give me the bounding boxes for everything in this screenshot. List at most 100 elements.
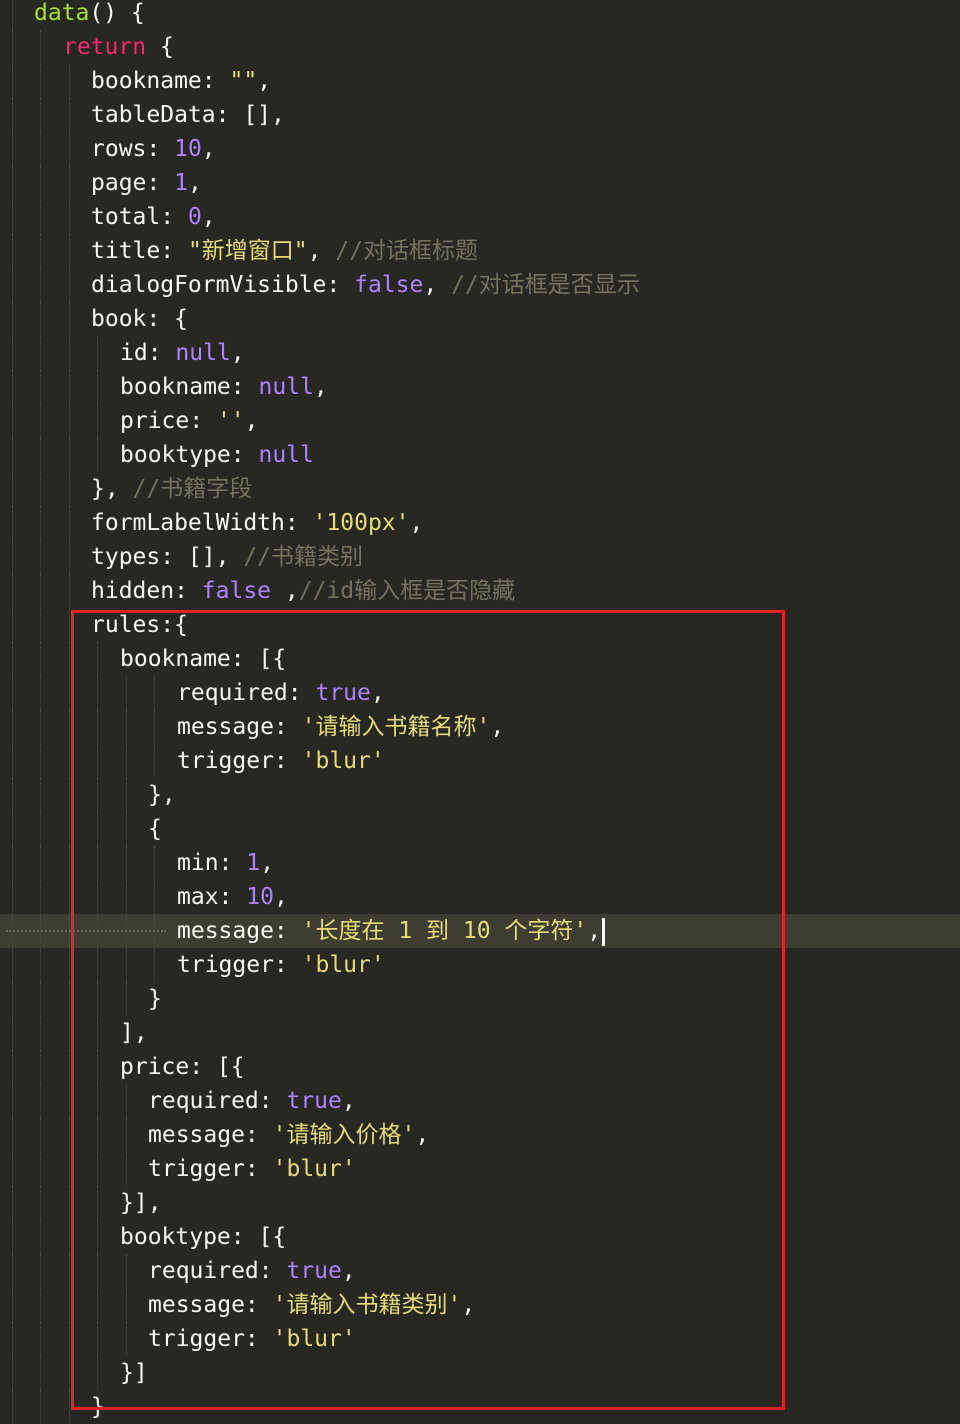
code-line[interactable]: max: 10, [0, 880, 960, 914]
code-line[interactable]: id: null, [0, 336, 960, 370]
indent-guide [40, 1084, 41, 1118]
code-line[interactable]: data() { [0, 0, 960, 30]
code-token: , [201, 136, 216, 162]
code-line[interactable]: trigger: 'blur' [0, 948, 960, 982]
indent-guide [12, 1152, 13, 1186]
code-token: 'blur' [301, 748, 385, 774]
code-token: null [258, 374, 314, 400]
indent-guide [40, 336, 41, 370]
indent-guide [69, 438, 70, 472]
indent-guide [69, 812, 70, 846]
code-line[interactable]: { [0, 812, 960, 846]
code-token: null [175, 340, 231, 366]
indent-guide [69, 676, 70, 710]
code-line[interactable]: bookname: [{ [0, 642, 960, 676]
indent-guide [40, 1118, 41, 1152]
code-token: , [257, 68, 272, 94]
code-line[interactable]: trigger: 'blur' [0, 1152, 960, 1186]
code-line[interactable]: dialogFormVisible: false, //对话框是否显示 [0, 268, 960, 302]
code-token: , [461, 1292, 476, 1318]
code-line[interactable]: }, [0, 778, 960, 812]
code-line[interactable]: formLabelWidth: '100px', [0, 506, 960, 540]
code-token: booktype: [120, 442, 259, 468]
indent-guide [69, 1016, 70, 1050]
code-line[interactable]: }], [0, 1186, 960, 1220]
code-token: , [415, 1122, 430, 1148]
code-line[interactable]: required: true, [0, 676, 960, 710]
code-line[interactable]: return { [0, 30, 960, 64]
code-line[interactable]: } [0, 1390, 960, 1424]
code-line[interactable]: }, //书籍字段 [0, 472, 960, 506]
code-line[interactable]: hidden: false ,//id输入框是否隐藏 [0, 574, 960, 608]
code-line[interactable]: booktype: [{ [0, 1220, 960, 1254]
indent-guide [40, 302, 41, 336]
code-line[interactable]: title: "新增窗口", //对话框标题 [0, 234, 960, 268]
indent-guide [12, 812, 13, 846]
code-text: price: '', [120, 404, 259, 438]
code-line[interactable]: min: 1, [0, 846, 960, 880]
indent-guide [69, 948, 70, 982]
code-line[interactable]: total: 0, [0, 200, 960, 234]
code-token: message: [177, 918, 302, 944]
indent-guide [40, 1220, 41, 1254]
indent-guide [40, 880, 41, 914]
code-line[interactable]: ], [0, 1016, 960, 1050]
code-line[interactable]: message: '长度在 1 到 10 个字符', [0, 914, 960, 948]
code-editor[interactable]: data() {return {bookname: "", tableData: … [0, 0, 960, 1424]
indent-guide [69, 1084, 70, 1118]
code-line[interactable]: booktype: null [0, 438, 960, 472]
code-token: , [230, 340, 245, 366]
indent-guide [126, 1288, 127, 1322]
code-text: required: true, [177, 676, 385, 710]
code-line[interactable]: bookname: null, [0, 370, 960, 404]
code-line[interactable]: trigger: 'blur' [0, 744, 960, 778]
code-token: rows: [91, 136, 175, 162]
code-line[interactable]: trigger: 'blur' [0, 1322, 960, 1356]
code-line[interactable]: types: [], //书籍类别 [0, 540, 960, 574]
code-token: () { [89, 0, 145, 26]
code-line[interactable]: price: [{ [0, 1050, 960, 1084]
indent-guide [40, 710, 41, 744]
indent-guide [40, 1016, 41, 1050]
code-line[interactable]: message: '请输入书籍类别', [0, 1288, 960, 1322]
indent-guide [40, 608, 41, 642]
code-token: formLabelWidth: [91, 510, 313, 536]
code-line[interactable]: message: '请输入价格', [0, 1118, 960, 1152]
code-token: //对话框是否显示 [451, 272, 640, 298]
code-line[interactable]: page: 1, [0, 166, 960, 200]
code-line[interactable]: rules:{ [0, 608, 960, 642]
code-token: min: [177, 850, 247, 876]
code-line[interactable]: } [0, 982, 960, 1016]
indent-guide [97, 880, 98, 914]
code-line[interactable]: price: '', [0, 404, 960, 438]
indent-guide [12, 1288, 13, 1322]
code-token: required: [177, 680, 316, 706]
code-line[interactable]: rows: 10, [0, 132, 960, 166]
indent-guide [69, 1356, 70, 1390]
code-line[interactable]: tableData: [], [0, 98, 960, 132]
indent-guide [97, 1322, 98, 1356]
code-line[interactable]: book: { [0, 302, 960, 336]
indent-guide [69, 404, 70, 438]
code-token: 0 [187, 204, 202, 230]
code-line[interactable]: message: '请输入书籍名称', [0, 710, 960, 744]
code-line[interactable]: }] [0, 1356, 960, 1390]
indent-guide [40, 370, 41, 404]
code-token: , [370, 680, 385, 706]
indent-guide [12, 132, 13, 166]
code-line[interactable]: required: true, [0, 1084, 960, 1118]
code-token: }], [120, 1190, 162, 1216]
indent-guide [40, 1152, 41, 1186]
indent-guide [69, 268, 70, 302]
indent-guide [12, 846, 13, 880]
code-text: ], [120, 1016, 148, 1050]
code-line[interactable]: bookname: "", [0, 64, 960, 98]
indent-guide [40, 1050, 41, 1084]
code-token: 10 [246, 884, 274, 910]
indent-guide [69, 1152, 70, 1186]
code-token: hidden: [91, 578, 202, 604]
code-line[interactable]: required: true, [0, 1254, 960, 1288]
indent-guide [69, 982, 70, 1016]
code-token: trigger: [177, 952, 302, 978]
indent-guide [97, 846, 98, 880]
